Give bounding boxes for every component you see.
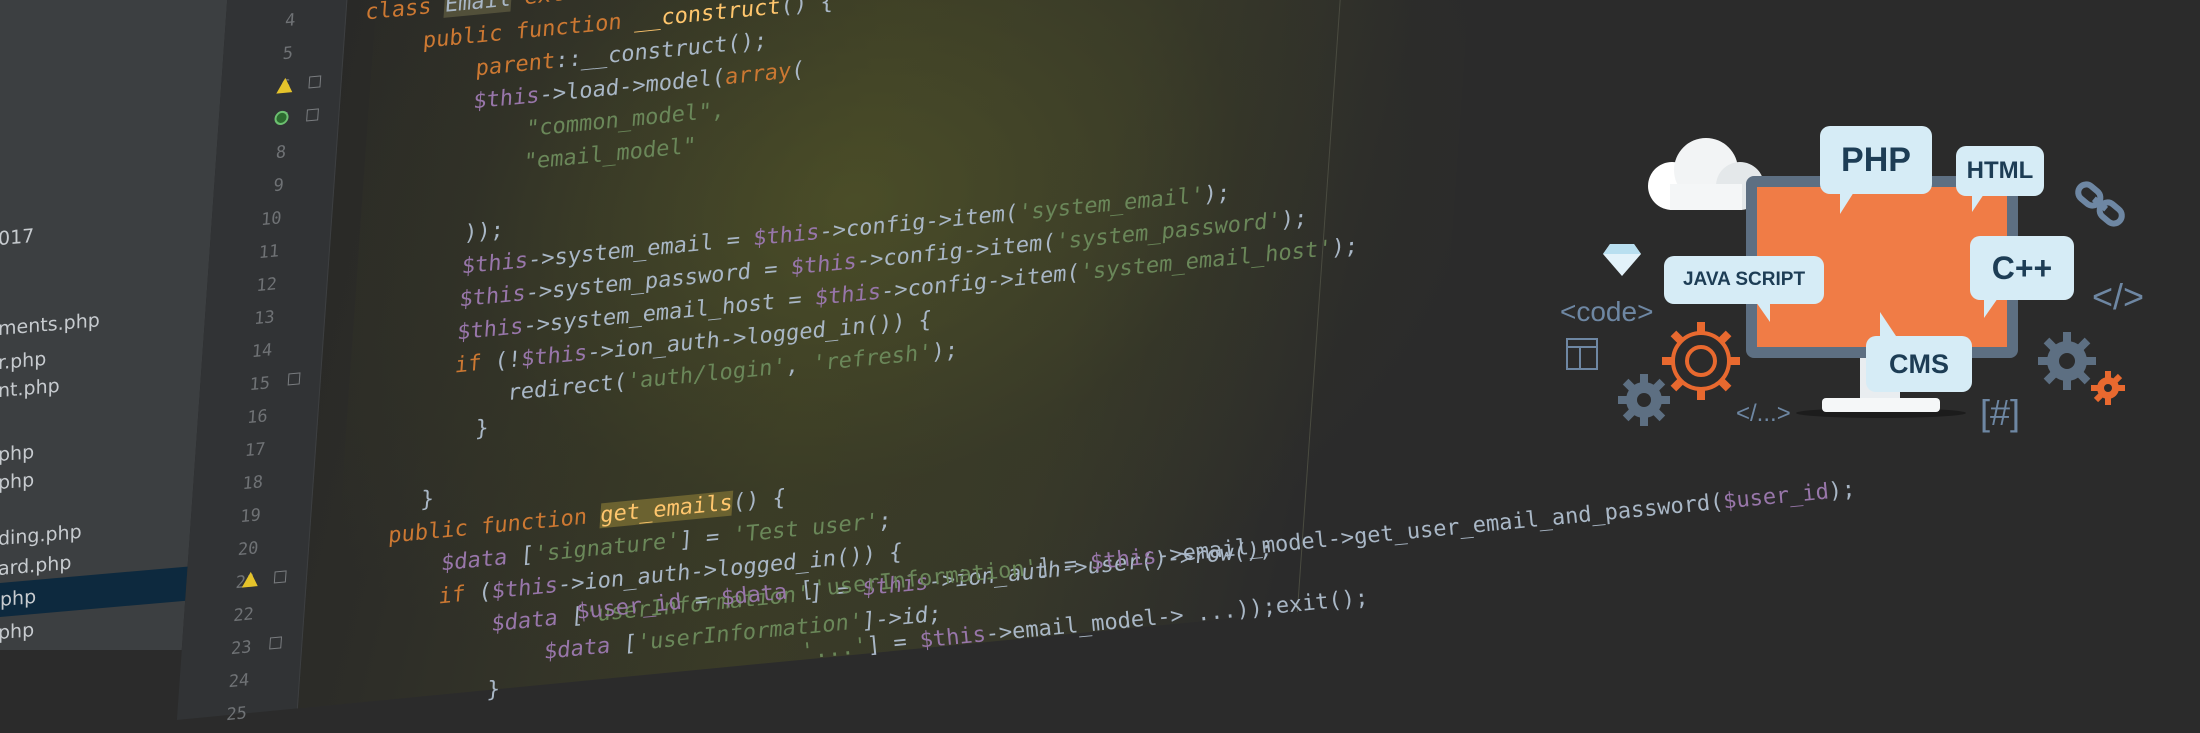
code-text: [ bbox=[506, 542, 535, 571]
file-item[interactable]: php bbox=[0, 619, 34, 644]
bubble-tail bbox=[1880, 312, 1896, 336]
file-item[interactable]: php bbox=[0, 441, 34, 466]
slash-tag-icon: </> bbox=[2092, 276, 2145, 317]
code-text: ( bbox=[790, 57, 806, 84]
code-text: ] = bbox=[865, 628, 922, 659]
fold-toggle-icon[interactable] bbox=[273, 570, 287, 584]
code-text: )); bbox=[463, 217, 505, 247]
hash-tag-icon: [#] bbox=[1980, 392, 2021, 433]
line-number: 17 bbox=[244, 439, 267, 462]
gear-icon bbox=[1618, 374, 1670, 426]
line-number: 24 bbox=[227, 670, 250, 693]
file-item[interactable]: ding.php bbox=[0, 521, 82, 550]
code-line: } bbox=[486, 677, 501, 703]
line-number: 4 bbox=[284, 10, 297, 32]
code-text: ( bbox=[464, 579, 493, 607]
fold-toggle-icon[interactable] bbox=[306, 108, 319, 122]
layout-icon bbox=[1566, 338, 1598, 370]
line-number: 5 bbox=[282, 43, 294, 65]
html-bubble: HTML bbox=[1956, 146, 2044, 196]
gear-icon bbox=[2038, 332, 2096, 390]
code-text: ); bbox=[930, 337, 959, 366]
file-item[interactable]: nt.php bbox=[0, 375, 60, 402]
warning-icon[interactable] bbox=[276, 77, 294, 94]
line-number: 18 bbox=[241, 472, 264, 495]
keyword: if bbox=[454, 350, 483, 379]
bubble-tail bbox=[1756, 302, 1770, 322]
fold-toggle-icon[interactable] bbox=[269, 636, 283, 650]
code-text: } bbox=[474, 415, 490, 443]
bubble-tail bbox=[1972, 194, 1984, 212]
file-item[interactable]: 017 bbox=[0, 225, 34, 250]
bubble-tail bbox=[1984, 298, 1998, 318]
code-text: ); bbox=[1202, 180, 1231, 209]
code-text: ] = bbox=[1036, 550, 1092, 581]
code-text: ); bbox=[1330, 233, 1359, 262]
line-number: 13 bbox=[253, 307, 276, 330]
line-number: 14 bbox=[251, 340, 273, 363]
fold-toggle-icon[interactable] bbox=[308, 75, 322, 89]
monitor-base bbox=[1822, 398, 1940, 412]
gear-icon bbox=[2091, 371, 2125, 405]
string-literal: '...' bbox=[800, 633, 869, 665]
line-number: 10 bbox=[260, 208, 283, 231]
fold-toggle-icon[interactable] bbox=[287, 372, 301, 386]
link-icon bbox=[2075, 181, 2125, 227]
line-number: 8 bbox=[275, 142, 287, 164]
code-tag-icon: <code> bbox=[1560, 296, 1654, 327]
code-text: (! bbox=[480, 347, 523, 376]
web-development-illustration: PHP HTML JAVA SCRIPT C++ CMS <code> </> … bbox=[1560, 0, 2200, 650]
line-number: 19 bbox=[239, 505, 262, 528]
javascript-bubble: JAVA SCRIPT bbox=[1664, 256, 1824, 304]
line-number: 16 bbox=[246, 406, 269, 429]
diamond-icon bbox=[1603, 244, 1641, 276]
file-item[interactable]: ments.php bbox=[0, 309, 100, 340]
keyword: if bbox=[437, 581, 467, 610]
code-text: () { bbox=[731, 485, 787, 516]
code-text: ); bbox=[1279, 205, 1309, 234]
file-item[interactable]: ard.php bbox=[0, 552, 71, 580]
code-text: [ bbox=[609, 630, 638, 659]
line-number: 15 bbox=[248, 373, 271, 396]
warning-icon[interactable] bbox=[241, 571, 259, 588]
file-item[interactable]: php bbox=[0, 469, 34, 494]
line-number: 23 bbox=[230, 637, 253, 660]
code-line: } bbox=[474, 416, 489, 442]
bubble-tail bbox=[1840, 192, 1854, 214]
variable: $this bbox=[918, 622, 987, 654]
code-text: } bbox=[419, 486, 435, 513]
code-text: ] = bbox=[678, 523, 734, 554]
line-number: 25 bbox=[225, 703, 248, 726]
cpp-bubble: C++ bbox=[1970, 236, 2074, 300]
code-line: } bbox=[420, 487, 435, 513]
line-number: 20 bbox=[237, 538, 260, 561]
code-editor[interactable]: 4 5 6 7 8 9 10 11 12 13 14 15 16 17 18 1… bbox=[176, 0, 1631, 725]
line-number: 12 bbox=[255, 274, 278, 297]
code-text: ; bbox=[877, 508, 893, 535]
code-text: } bbox=[485, 676, 501, 704]
line-number: 9 bbox=[272, 175, 285, 197]
code-text: , bbox=[784, 351, 814, 380]
line-number: 22 bbox=[232, 604, 255, 627]
code-text: = bbox=[680, 586, 723, 615]
line-number: 11 bbox=[257, 241, 280, 264]
php-bubble: PHP bbox=[1820, 126, 1932, 194]
code-line: )); bbox=[463, 218, 504, 247]
cms-bubble: CMS bbox=[1866, 336, 1972, 392]
file-item[interactable]: r.php bbox=[0, 348, 46, 374]
code-text: [ bbox=[785, 577, 815, 605]
